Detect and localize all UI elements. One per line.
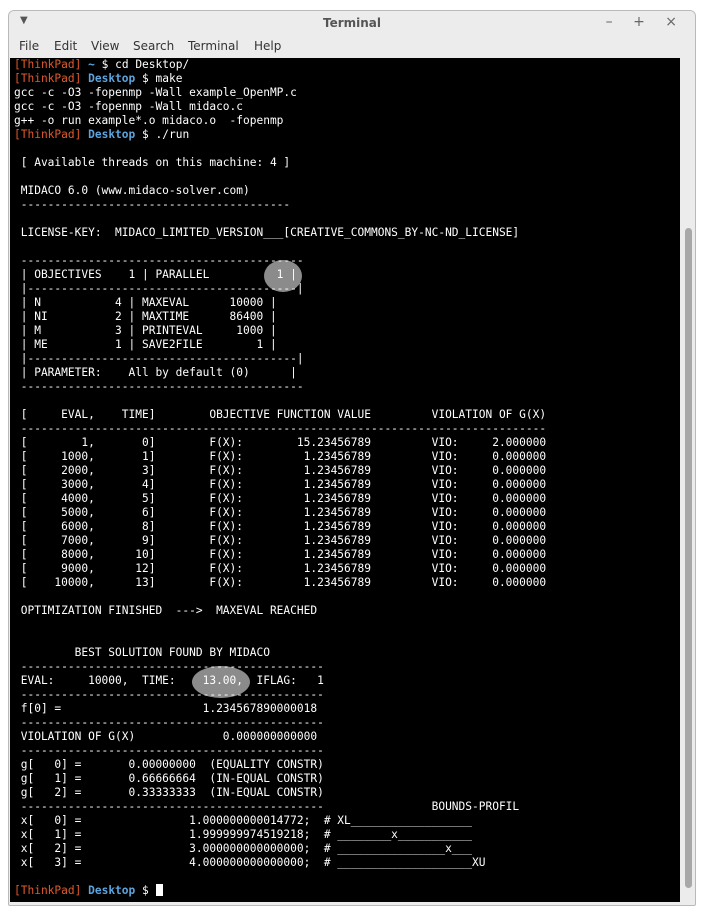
terminal-output[interactable]: [ThinkPad] ~ $ cd Desktop/ [ThinkPad] De… xyxy=(10,58,680,902)
output-line: | ME 1 | SAVE2FILE 1 | xyxy=(14,338,277,351)
output-line: EVAL: 10000, TIME: 13.00, IFLAG: 1 xyxy=(14,674,324,687)
output-line: [ 8000, 10] F(X): 1.23456789 VIO: 0.0000… xyxy=(14,548,547,561)
scrollbar[interactable] xyxy=(682,58,695,904)
output-line: g[ 0] = 0.00000000 (EQUALITY CONSTR) xyxy=(14,758,324,771)
output-line: ----------------------------------------… xyxy=(14,716,324,729)
output-line: OPTIMIZATION FINISHED ---> MAXEVAL REACH… xyxy=(14,604,318,617)
output-line: | N 4 | MAXEVAL 10000 | xyxy=(14,296,277,309)
output-line: | PARAMETER: All by default (0) | xyxy=(14,366,297,379)
output-line: [ 3000, 4] F(X): 1.23456789 VIO: 0.00000… xyxy=(14,478,547,491)
output-line: LICENSE-KEY: MIDACO_LIMITED_VERSION___[C… xyxy=(14,226,520,239)
prompt-line-2: [ThinkPad] Desktop $ make xyxy=(14,72,183,85)
output-line: | M 3 | PRINTEVAL 1000 | xyxy=(14,324,277,337)
output-line: [ 1, 0] F(X): 15.23456789 VIO: 2.000000 xyxy=(14,436,547,449)
output-line: ----------------------------------------… xyxy=(14,660,324,673)
output-line: [ 9000, 12] F(X): 1.23456789 VIO: 0.0000… xyxy=(14,562,547,575)
terminal-window: ▼ Terminal – + × File Edit View Search T… xyxy=(8,10,696,906)
output-line: ----------------------------------------… xyxy=(14,380,304,393)
menu-edit[interactable]: Edit xyxy=(54,39,77,53)
output-line: [ Available threads on this machine: 4 ] xyxy=(14,156,291,169)
scrollbar-thumb[interactable] xyxy=(685,228,692,888)
output-line: x[ 2] = 3.000000000000000; # ___________… xyxy=(14,842,473,855)
output-line: ----------------------------------------… xyxy=(14,744,324,757)
title-bar: ▼ Terminal – + × xyxy=(9,11,695,35)
output-line: |---------------------------------------… xyxy=(14,352,304,365)
prompt-line-1: [ThinkPad] ~ $ cd Desktop/ xyxy=(14,58,190,71)
text-cursor xyxy=(155,884,163,896)
output-line: x[ 3] = 4.000000000000000; # ___________… xyxy=(14,856,486,869)
output-line: [ 5000, 6] F(X): 1.23456789 VIO: 0.00000… xyxy=(14,506,547,519)
output-line: [ 2000, 3] F(X): 1.23456789 VIO: 0.00000… xyxy=(14,464,547,477)
menu-help[interactable]: Help xyxy=(254,39,281,53)
output-line: [ 4000, 5] F(X): 1.23456789 VIO: 0.00000… xyxy=(14,492,547,505)
output-line: g[ 2] = 0.33333333 (IN-EQUAL CONSTR) xyxy=(14,786,324,799)
prompt-line-3: [ThinkPad] Desktop $ ./run xyxy=(14,128,190,141)
output-line: |---------------------------------------… xyxy=(14,282,304,295)
output-line: x[ 1] = 1.999999974519218; # ________x__… xyxy=(14,828,473,841)
menu-file[interactable]: File xyxy=(19,39,39,53)
prompt-line-current[interactable]: [ThinkPad] Desktop $ xyxy=(14,884,163,898)
output-line: ---------------------------------------- xyxy=(14,198,291,211)
output-line: [ EVAL, TIME] OBJECTIVE FUNCTION VALUE V… xyxy=(14,408,547,421)
output-line: ----------------------------------------… xyxy=(14,688,324,701)
output-line: f[0] = 1.234567890000018 xyxy=(14,702,318,715)
output-line: VIOLATION OF G(X) 0.000000000000 xyxy=(14,730,318,743)
output-line: g[ 1] = 0.66666664 (IN-EQUAL CONSTR) xyxy=(14,772,324,785)
output-line: ----------------------------------------… xyxy=(14,254,304,267)
output-line: ----------------------------------------… xyxy=(14,800,520,813)
output-line: x[ 0] = 1.000000000014772; # XL_________… xyxy=(14,814,473,827)
make-output-line: g++ -o run example*.o midaco.o -fopenmp xyxy=(14,114,284,127)
menu-bar: File Edit View Search Terminal Help xyxy=(9,35,695,57)
output-line: | OBJECTIVES 1 | PARALLEL 1 | xyxy=(14,268,297,281)
menu-terminal[interactable]: Terminal xyxy=(188,39,239,53)
window-controls[interactable]: – + × xyxy=(606,14,685,30)
output-line: ----------------------------------------… xyxy=(14,422,547,435)
make-output-line: gcc -c -O3 -fopenmp -Wall midaco.c xyxy=(14,100,244,113)
output-line: [ 1000, 1] F(X): 1.23456789 VIO: 0.00000… xyxy=(14,450,547,463)
output-line: [ 7000, 9] F(X): 1.23456789 VIO: 0.00000… xyxy=(14,534,547,547)
output-line: BEST SOLUTION FOUND BY MIDACO xyxy=(14,646,270,659)
output-line: MIDACO 6.0 (www.midaco-solver.com) xyxy=(14,184,250,197)
menu-search[interactable]: Search xyxy=(133,39,174,53)
window-title: Terminal xyxy=(322,16,382,30)
make-output-line: gcc -c -O3 -fopenmp -Wall example_OpenMP… xyxy=(14,86,297,99)
output-line: [ 6000, 8] F(X): 1.23456789 VIO: 0.00000… xyxy=(14,520,547,533)
output-line: | NI 2 | MAXTIME 86400 | xyxy=(14,310,277,323)
output-line: [ 10000, 13] F(X): 1.23456789 VIO: 0.000… xyxy=(14,576,547,589)
menu-view[interactable]: View xyxy=(91,39,119,53)
